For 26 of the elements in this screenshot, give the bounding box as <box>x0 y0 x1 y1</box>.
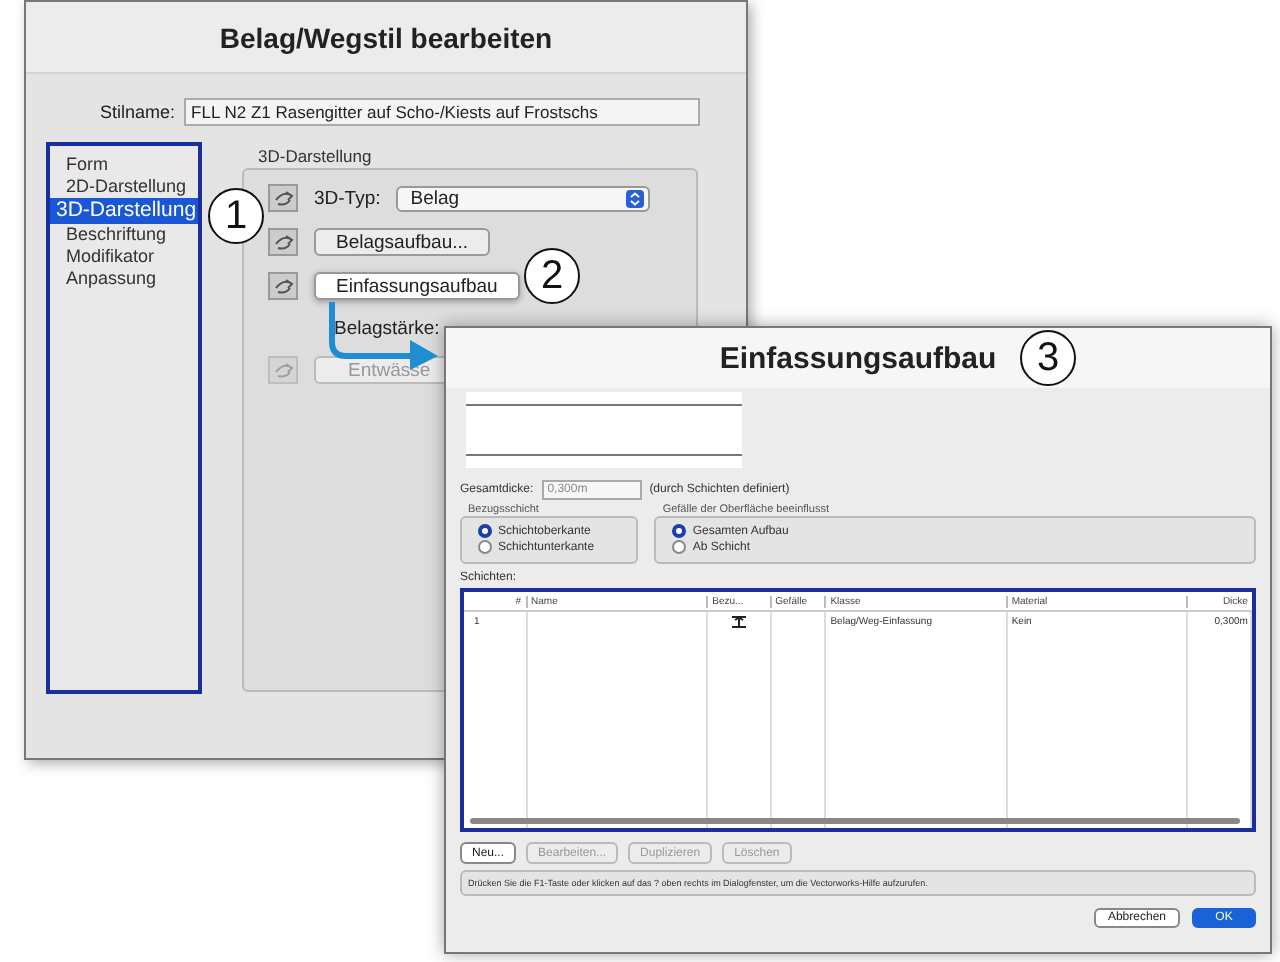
radio-icon[interactable] <box>478 540 492 554</box>
type-dropdown[interactable]: Belag <box>396 185 651 211</box>
sidebar-item[interactable]: Anpassung <box>50 268 198 290</box>
scrollbar[interactable] <box>470 818 1240 824</box>
style-name-label: Stilname: <box>100 102 176 122</box>
radio-icon[interactable] <box>672 540 687 554</box>
layer-edge-icon <box>732 616 747 628</box>
setup-button[interactable]: Belagsaufbau... <box>314 228 491 256</box>
link-icon[interactable] <box>268 272 298 300</box>
window-title: Belag/Wegstil bearbeiten <box>219 21 553 53</box>
sidebar-item[interactable]: 2D-Darstellung <box>50 176 198 198</box>
dropdown-arrows-icon[interactable] <box>626 189 645 207</box>
sidebar-item[interactable]: 3D-Darstellung <box>50 198 198 224</box>
radio-icon[interactable] <box>672 524 687 538</box>
setup-button[interactable]: Einfassungsaufbau <box>314 272 520 300</box>
sidebar-item[interactable]: Form <box>50 154 198 176</box>
style-name-field[interactable]: FLL N2 Z1 Rasengitter auf Scho-/Kiests auf Frostschs <box>183 98 700 126</box>
radio-icon[interactable] <box>478 524 492 538</box>
sidebar-item[interactable]: Modifikator <box>50 246 198 268</box>
group-title: 3D-Darstellung <box>258 146 374 166</box>
window-title: Einfassungsaufbau <box>719 341 997 375</box>
link-icon[interactable] <box>268 184 298 212</box>
sidebar-item[interactable]: Beschriftung <box>50 224 198 246</box>
type-label: 3D-Typ: <box>314 187 381 209</box>
thickness-label: Belagstärke: <box>334 317 440 339</box>
link-icon[interactable] <box>268 228 298 256</box>
